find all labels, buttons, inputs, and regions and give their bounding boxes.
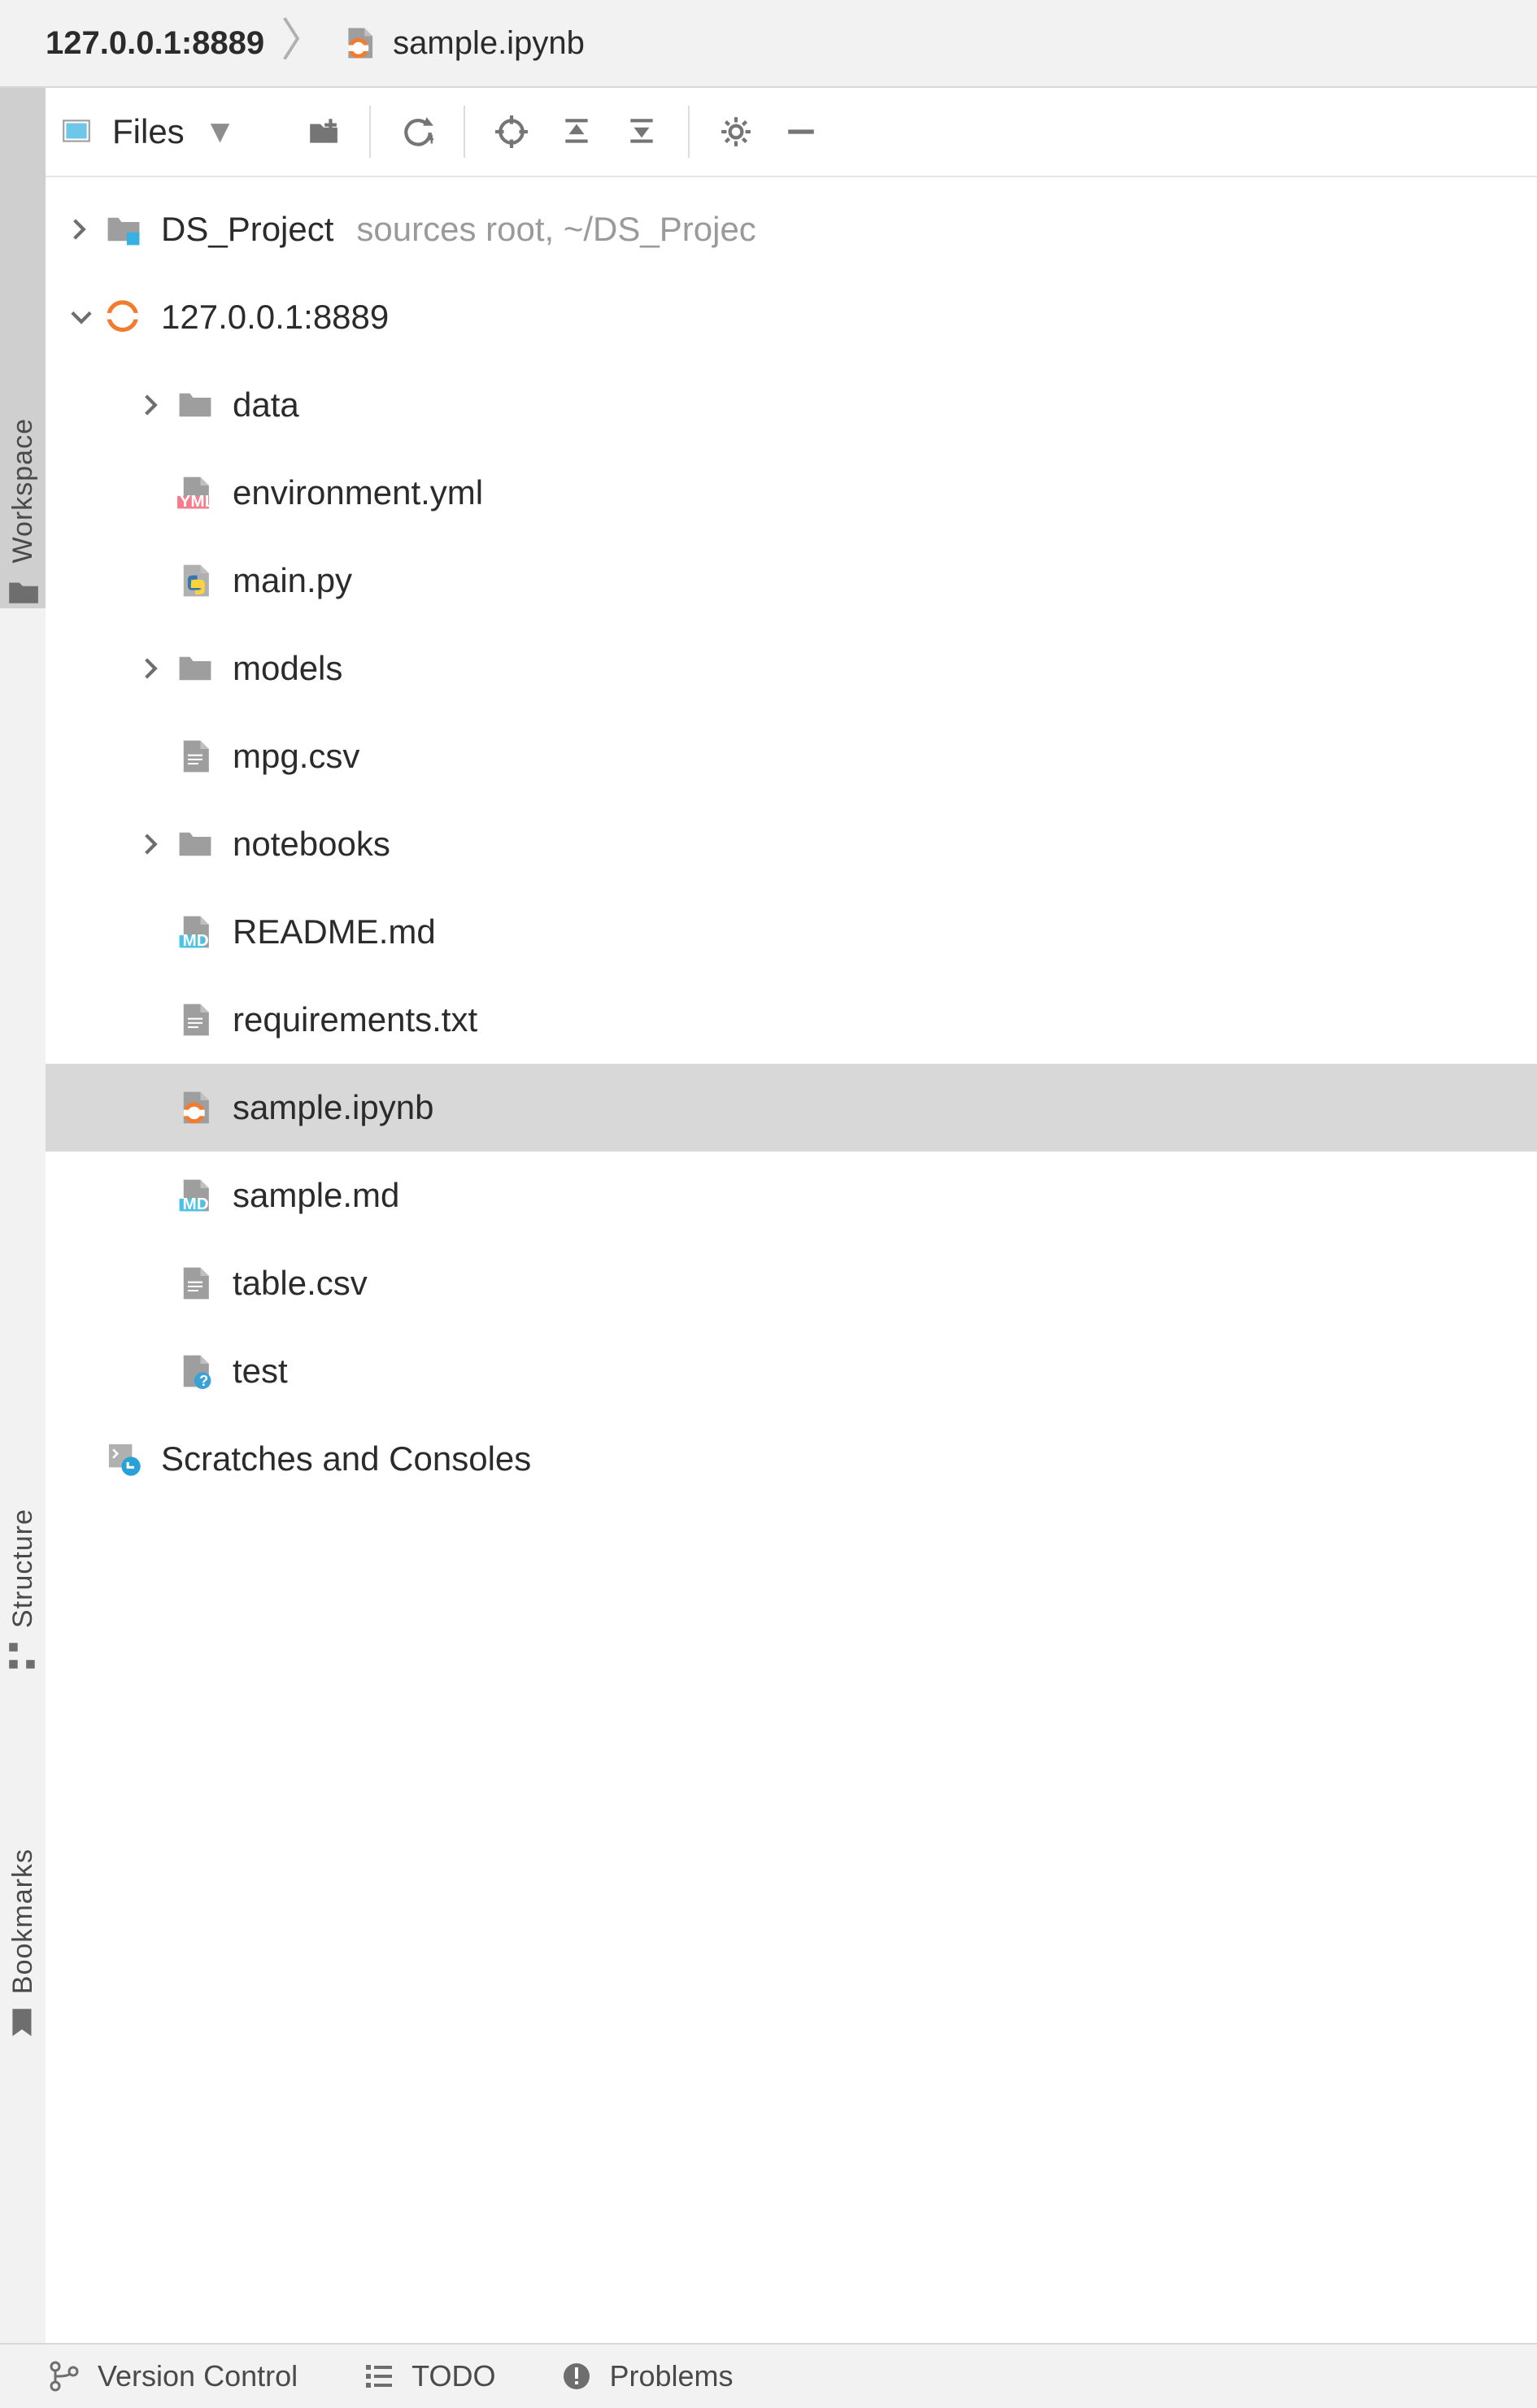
tree-item-label: Scratches and Consoles: [161, 1439, 531, 1478]
workspace-toolbar: Files ▼: [46, 88, 1537, 177]
tree-item-label: main.py: [233, 561, 352, 600]
side-tab-bar: Workspace Structure Bookmarks: [0, 88, 46, 2343]
side-tab-workspace-label: Workspace: [7, 418, 39, 563]
folder-icon: [172, 651, 218, 686]
markdown-file-icon: [172, 1178, 218, 1213]
tree-file-test[interactable]: test: [46, 1327, 1537, 1415]
settings-button[interactable]: [708, 103, 764, 160]
tree-item-label: sample.ipynb: [233, 1088, 433, 1127]
folder-icon: [172, 387, 218, 423]
text-file-icon: [172, 1265, 218, 1301]
tree-file-mpgcsv[interactable]: mpg.csv: [46, 712, 1537, 800]
tree-item-label: mpg.csv: [233, 737, 359, 776]
tree-item-label: test: [233, 1352, 288, 1391]
workspace-panel: Files ▼ DS_Project sources root, ~/DS_Pro…: [46, 88, 1537, 2343]
tree-item-label: environment.yml: [233, 473, 483, 512]
side-tab-workspace[interactable]: Workspace: [0, 88, 46, 608]
problems-icon: [560, 2360, 593, 2393]
breadcrumb: 127.0.0.1:8889 〉 sample.ipynb: [0, 0, 1537, 88]
list-icon: [363, 2360, 395, 2393]
tree-item-label: requirements.txt: [233, 1000, 477, 1039]
chevron-right-icon: [142, 657, 164, 680]
file-tree[interactable]: DS_Project sources root, ~/DS_Projec 127.0…: [46, 177, 1537, 2343]
breadcrumb-separator-icon: 〉: [281, 41, 326, 46]
python-file-icon: [172, 563, 218, 599]
tree-item-label: models: [233, 649, 342, 688]
structure-icon: [6, 1639, 40, 1674]
tree-folder-server[interactable]: 127.0.0.1:8889: [46, 273, 1537, 361]
tree-file-mainpy[interactable]: main.py: [46, 537, 1537, 625]
tree-folder-models[interactable]: models: [46, 625, 1537, 712]
tree-expander[interactable]: [133, 657, 172, 680]
tree-file-readme[interactable]: README.md: [46, 888, 1537, 976]
side-tab-structure[interactable]: Structure: [0, 1332, 46, 1674]
status-todo[interactable]: TODO: [363, 2359, 495, 2393]
side-tab-bookmarks[interactable]: Bookmarks: [0, 1682, 46, 2040]
view-icon: [60, 115, 93, 148]
tree-file-tablecsv[interactable]: table.csv: [46, 1239, 1537, 1327]
tree-item-label: DS_Project: [161, 210, 333, 249]
jupyter-file-icon: [342, 26, 377, 60]
status-version-control[interactable]: Version Control: [49, 2359, 298, 2393]
unknown-file-icon: [172, 1353, 218, 1389]
tree-file-samplemd[interactable]: sample.md: [46, 1152, 1537, 1239]
folder-icon: [172, 826, 218, 862]
tree-expander[interactable]: [62, 306, 101, 329]
tree-item-extra: sources root, ~/DS_Projec: [356, 210, 755, 249]
tree-expander[interactable]: [133, 394, 172, 416]
jupyter-server-icon: [101, 299, 146, 335]
folder-sources-icon: [101, 211, 146, 247]
tree-folder-ds_project[interactable]: DS_Project sources root, ~/DS_Projec: [46, 185, 1537, 273]
tree-folder-data[interactable]: data: [46, 361, 1537, 449]
side-tab-structure-label: Structure: [7, 1509, 39, 1628]
markdown-file-icon: [172, 914, 218, 950]
status-vcs-label: Version Control: [98, 2359, 298, 2393]
jupyter-file-icon: [172, 1090, 218, 1126]
collapse-all-button[interactable]: [613, 103, 670, 160]
breadcrumb-host[interactable]: 127.0.0.1:8889: [46, 25, 264, 62]
side-tab-bookmarks-label: Bookmarks: [7, 1848, 39, 1994]
refresh-button[interactable]: [389, 103, 446, 160]
toolbar-separator: [464, 106, 465, 158]
tree-expander[interactable]: [133, 833, 172, 856]
tree-item-label: sample.md: [233, 1176, 399, 1215]
tree-file-environment[interactable]: environment.yml: [46, 449, 1537, 537]
text-file-icon: [172, 738, 218, 774]
tree-file-scratches[interactable]: Scratches and Consoles: [46, 1415, 1537, 1503]
tree-item-label: data: [233, 385, 299, 425]
tree-file-sampleipynb[interactable]: sample.ipynb: [46, 1064, 1537, 1152]
chevron-right-icon: [142, 833, 164, 856]
status-problems-label: Problems: [609, 2359, 733, 2393]
yaml-file-icon: [172, 475, 218, 511]
workspace-view-label: Files: [112, 112, 185, 151]
dropdown-icon: ▼: [204, 114, 237, 150]
toolbar-separator: [369, 106, 371, 158]
toolbar-separator: [688, 106, 690, 158]
tree-item-label: 127.0.0.1:8889: [161, 298, 389, 337]
chevron-down-icon: [70, 306, 93, 329]
breadcrumb-file[interactable]: sample.ipynb: [393, 25, 585, 62]
status-bar: Version Control TODO Problems: [0, 2343, 1537, 2408]
status-problems[interactable]: Problems: [560, 2359, 733, 2393]
tree-item-label: notebooks: [233, 825, 390, 864]
tree-folder-notebooks[interactable]: notebooks: [46, 800, 1537, 888]
tree-item-label: table.csv: [233, 1264, 368, 1303]
workspace-view-switcher[interactable]: Files ▼: [60, 112, 254, 151]
status-todo-label: TODO: [411, 2359, 495, 2393]
chevron-right-icon: [70, 218, 93, 241]
chevron-right-icon: [142, 394, 164, 416]
tree-file-requirements[interactable]: requirements.txt: [46, 976, 1537, 1064]
expand-all-button[interactable]: [548, 103, 605, 160]
text-file-icon: [172, 1002, 218, 1038]
folder-icon: [6, 574, 40, 608]
scratches-icon: [101, 1441, 146, 1477]
bookmark-icon: [6, 2005, 40, 2040]
tree-expander[interactable]: [62, 218, 101, 241]
new-folder-button[interactable]: [294, 103, 351, 160]
branch-icon: [49, 2360, 81, 2393]
select-opened-button[interactable]: [483, 103, 540, 160]
tree-item-label: README.md: [233, 912, 436, 951]
hide-button[interactable]: [773, 103, 829, 160]
